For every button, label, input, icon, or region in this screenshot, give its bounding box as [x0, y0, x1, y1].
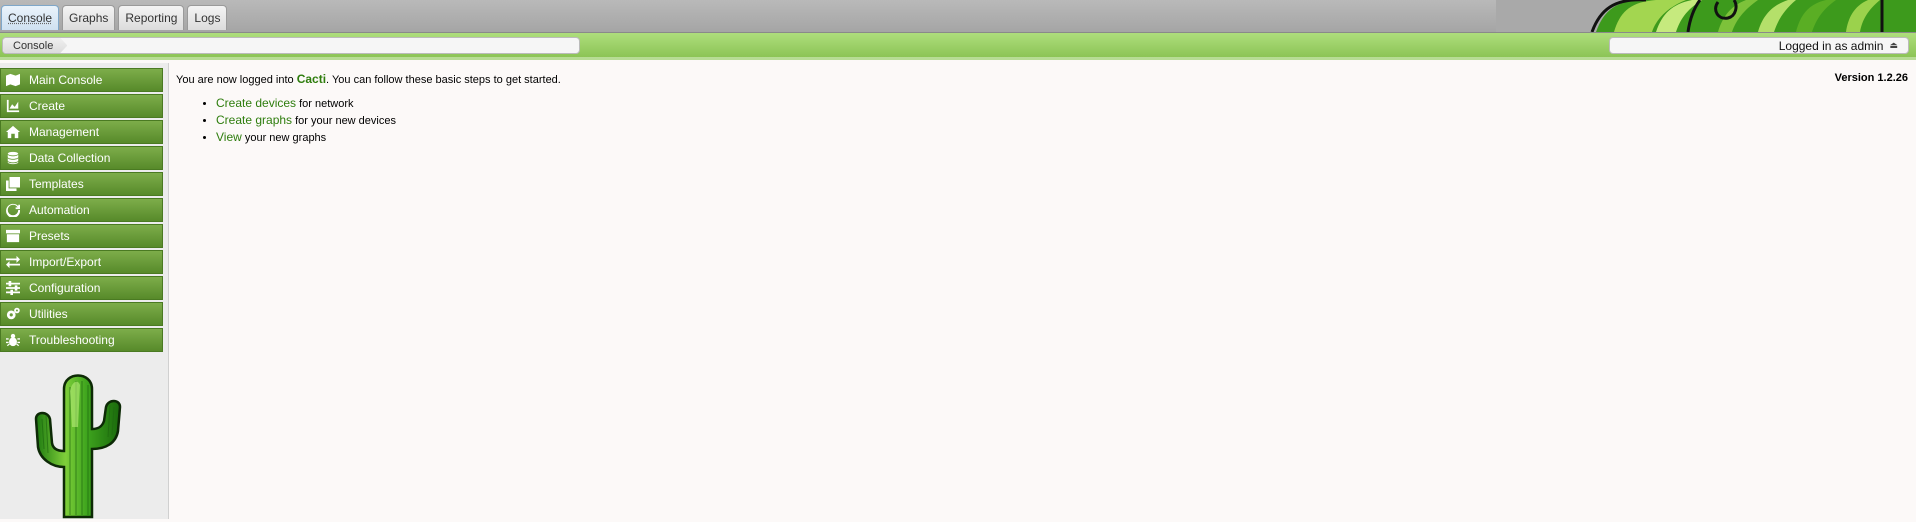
tab-strip: Console Graphs Reporting Logs: [1, 5, 228, 30]
sidebar-item-label: Main Console: [29, 73, 103, 87]
sidebar-menu: Main Console Create Management Data Coll…: [0, 68, 163, 354]
sidebar-item-management[interactable]: Management: [0, 120, 163, 144]
cogs-icon: [5, 306, 21, 322]
sidebar-item-utilities[interactable]: Utilities: [0, 302, 163, 326]
cactus-logo: [26, 367, 130, 519]
breadcrumb-item-console[interactable]: Console: [3, 38, 67, 53]
sidebar-item-automation[interactable]: Automation: [0, 198, 163, 222]
tab-console[interactable]: Console: [1, 5, 60, 30]
logged-in-label: Logged in as admin: [1778, 38, 1884, 53]
user-menu[interactable]: Logged in as admin ⏏: [1609, 37, 1909, 54]
eject-icon: ⏏: [1889, 40, 1898, 50]
sidebar-item-label: Management: [29, 125, 100, 139]
sidebar: Main Console Create Management Data Coll…: [0, 63, 169, 519]
archive-icon: [5, 228, 21, 244]
sidebar-item-label: Configuration: [29, 281, 101, 295]
getting-started-list: Create devices for network Create graphs…: [176, 95, 1912, 146]
bug-icon: [5, 332, 21, 348]
copy-icon: [5, 176, 21, 192]
sliders-icon: [5, 280, 21, 296]
tab-logs[interactable]: Logs: [187, 5, 228, 30]
sidebar-item-configuration[interactable]: Configuration: [0, 276, 163, 300]
sidebar-item-main-console[interactable]: Main Console: [0, 68, 163, 92]
sidebar-item-label: Troubleshooting: [29, 333, 115, 347]
refresh-icon: [5, 202, 21, 218]
database-icon: [5, 150, 21, 166]
create-graphs-link[interactable]: Create graphs: [216, 113, 292, 127]
tab-graphs[interactable]: Graphs: [62, 5, 116, 30]
list-item: Create graphs for your new devices: [216, 112, 1912, 129]
version-label: Version 1.2.26: [1834, 72, 1908, 84]
exchange-icon: [5, 254, 21, 270]
sidebar-item-import-export[interactable]: Import/Export: [0, 250, 163, 274]
sidebar-item-label: Templates: [29, 177, 84, 191]
sidebar-item-label: Automation: [29, 203, 90, 217]
brand-name: Cacti: [296, 72, 327, 86]
welcome-message: You are now logged into Cacti. You can f…: [176, 72, 561, 86]
breadcrumb: Console: [2, 37, 580, 54]
sidebar-item-label: Import/Export: [29, 255, 102, 269]
home-icon: [5, 124, 21, 140]
sidebar-item-label: Presets: [29, 229, 70, 243]
top-tab-bar: Console Graphs Reporting Logs: [0, 0, 1916, 33]
sidebar-item-data-collection[interactable]: Data Collection: [0, 146, 163, 170]
map-icon: [5, 72, 21, 88]
cactus-banner: [1496, 0, 1916, 32]
sidebar-item-label: Data Collection: [29, 151, 111, 165]
sidebar-item-label: Create: [29, 99, 66, 113]
tab-reporting[interactable]: Reporting: [118, 5, 185, 30]
breadcrumb-bar: Console Logged in as admin ⏏: [0, 33, 1916, 60]
chart-icon: [5, 98, 21, 114]
list-item: View your new graphs: [216, 129, 1912, 146]
main-content: You are now logged into Cacti. You can f…: [176, 72, 1912, 146]
sidebar-item-label: Utilities: [29, 307, 68, 321]
view-graphs-link[interactable]: View: [216, 130, 242, 144]
sidebar-item-troubleshooting[interactable]: Troubleshooting: [0, 328, 163, 352]
list-item: Create devices for network: [216, 95, 1912, 112]
sidebar-item-templates[interactable]: Templates: [0, 172, 163, 196]
create-devices-link[interactable]: Create devices: [216, 96, 296, 110]
sidebar-item-presets[interactable]: Presets: [0, 224, 163, 248]
sidebar-item-create[interactable]: Create: [0, 94, 163, 118]
